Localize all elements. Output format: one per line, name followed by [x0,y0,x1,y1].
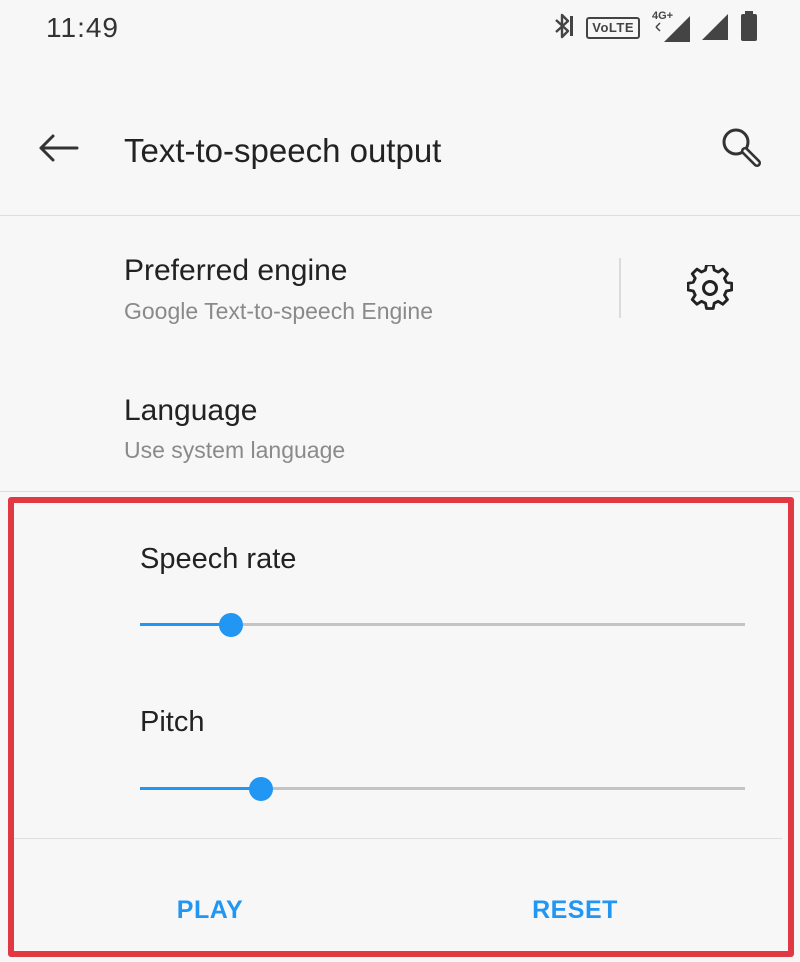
preferred-engine-value: Google Text-to-speech Engine [124,298,433,324]
volte-icon: VoLTE [586,17,640,39]
engine-settings-button[interactable] [680,260,740,320]
back-button[interactable] [30,122,86,178]
preferred-engine-title: Preferred engine [124,254,348,287]
signal-icon [702,12,728,45]
highlight-frame [8,497,794,957]
page-title: Text-to-speech output [124,132,442,169]
battery-icon [740,10,758,46]
toolbar-divider [0,215,800,216]
status-time: 11:49 [46,12,119,43]
status-bar: 11:49 VoLTE 4G+ [0,0,800,60]
status-icons: VoLTE 4G+ [552,10,758,46]
language-divider [0,491,800,492]
language-value: Use system language [124,437,346,463]
arrow-left-icon [37,133,79,168]
toolbar: Text-to-speech output [0,96,800,206]
search-icon [719,125,765,176]
preferred-engine-row[interactable]: Preferred engine Google Text-to-speech E… [0,218,800,358]
language-row[interactable]: Language Use system language [0,360,800,490]
language-title: Language [124,394,258,427]
bluetooth-icon [552,12,574,45]
row-separator [619,258,621,318]
gear-icon [686,262,734,316]
search-button[interactable] [712,120,772,180]
signal-icon: 4G+ [652,10,690,42]
